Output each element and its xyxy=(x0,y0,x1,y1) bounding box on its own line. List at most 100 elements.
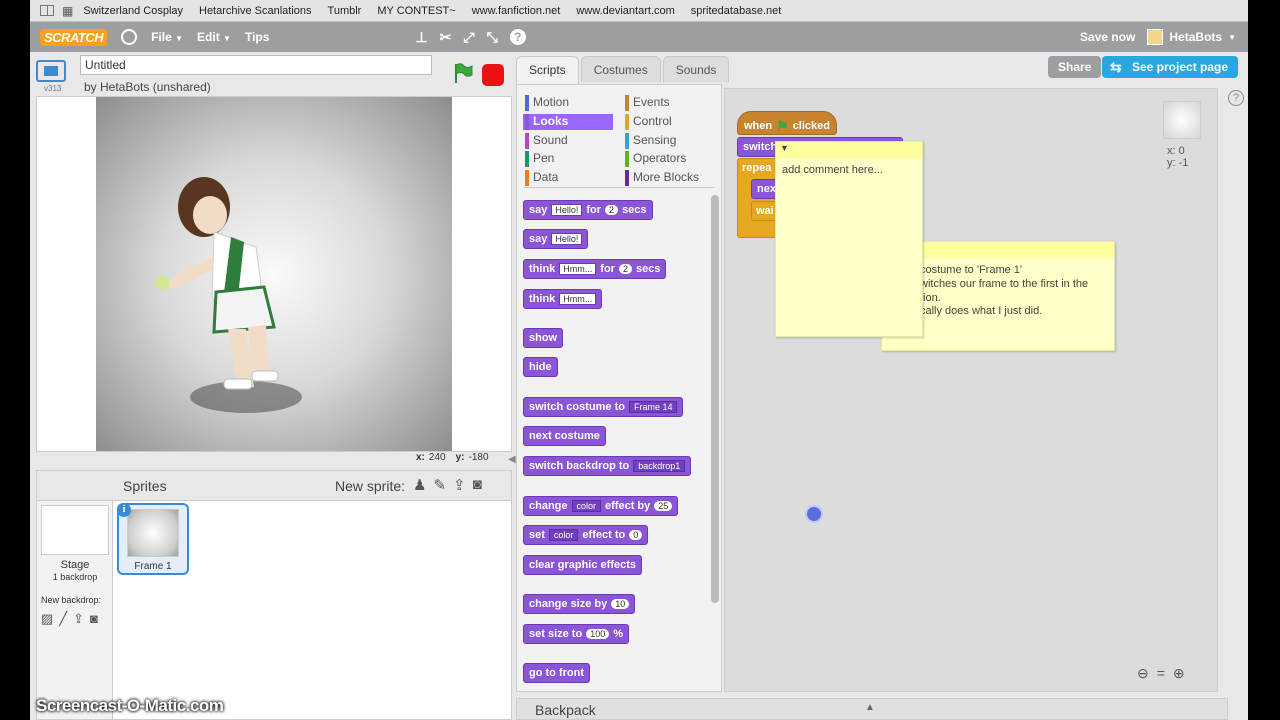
category-sensing[interactable]: Sensing xyxy=(623,133,713,149)
bookmark-link[interactable]: MY CONTEST~ xyxy=(377,5,455,17)
block-change-effect[interactable]: change color effect by 25 xyxy=(523,496,679,516)
category-data[interactable]: Data xyxy=(523,170,613,186)
see-project-page-button[interactable]: ⇆ See project page xyxy=(1102,56,1239,78)
category-operators[interactable]: Operators xyxy=(623,151,713,167)
info-icon[interactable]: i xyxy=(117,503,131,517)
menu-file[interactable]: File ▼ xyxy=(151,30,183,44)
block-palette: Motion Looks Sound Pen Data Events Contr… xyxy=(516,84,722,692)
stage-thumbnail[interactable] xyxy=(41,505,109,555)
upload-backdrop-icon[interactable]: ⇪ xyxy=(73,611,84,627)
top-sites-grid-icon[interactable]: ▦ xyxy=(62,4,73,18)
save-now-button[interactable]: Save now xyxy=(1080,30,1135,44)
block-show[interactable]: show xyxy=(523,328,564,348)
chevron-down-icon[interactable]: ▼ xyxy=(776,143,789,153)
sprite-tile-frame-1[interactable]: Frame 1 i xyxy=(117,503,189,575)
category-pen[interactable]: Pen xyxy=(523,151,613,167)
bookmark-link[interactable]: Switzerland Cosplay xyxy=(83,5,183,17)
sprite-coordinates: x: 0 y: -1 xyxy=(1167,145,1189,169)
block-change-size[interactable]: change size by 10 xyxy=(523,594,636,614)
bookmark-link[interactable]: Hetarchive Scanlations xyxy=(199,5,312,17)
user-menu[interactable]: HetaBots ▼ xyxy=(1147,29,1236,45)
block-set-size[interactable]: set size to 100% xyxy=(523,624,629,644)
camera-icon[interactable]: ◙ xyxy=(473,476,482,494)
zoom-in-icon[interactable]: ⊕ xyxy=(1173,665,1185,682)
stage-label: Stage xyxy=(60,559,90,571)
stage-backdrop xyxy=(96,97,452,452)
chevron-down-icon: ▼ xyxy=(1228,32,1236,42)
upload-sprite-icon[interactable]: ⇪ xyxy=(453,476,466,494)
backdrop-library-icon[interactable]: ▨ xyxy=(41,611,53,627)
tab-costumes[interactable]: Costumes xyxy=(580,56,661,82)
sprites-title: Sprites xyxy=(123,478,167,494)
menu-edit[interactable]: Edit ▼ xyxy=(197,30,231,44)
shrink-icon[interactable]: ⤡ xyxy=(487,29,498,46)
camera-icon[interactable]: ◙ xyxy=(90,611,98,627)
presentation-mode-button[interactable] xyxy=(36,60,66,82)
bookmarks-book-icon[interactable] xyxy=(40,5,54,16)
screencast-watermark: Screencast-O-Matic.com xyxy=(36,696,224,715)
script-area[interactable]: when ⚑ clicked switch repea nex wai cost… xyxy=(724,88,1218,692)
share-button[interactable]: Share xyxy=(1048,56,1102,78)
block-go-to-front[interactable]: go to front xyxy=(523,663,590,683)
category-motion[interactable]: Motion xyxy=(523,95,613,111)
current-sprite-thumbnail xyxy=(1163,101,1201,139)
project-title-input[interactable] xyxy=(80,55,432,75)
backpack-bar[interactable]: Backpack ▲ xyxy=(516,698,1228,720)
category-sound[interactable]: Sound xyxy=(523,133,613,149)
block-think-for-secs[interactable]: think Hmm... for 2 secs xyxy=(523,259,667,279)
block-clear-graphic-effects[interactable]: clear graphic effects xyxy=(523,555,642,575)
tab-sounds[interactable]: Sounds xyxy=(662,56,730,82)
zoom-out-icon[interactable]: ⊖ xyxy=(1137,665,1149,682)
category-looks[interactable]: Looks xyxy=(523,114,613,130)
green-flag-icon[interactable] xyxy=(452,62,474,84)
block-think[interactable]: think Hmm... xyxy=(523,289,603,309)
block-set-effect[interactable]: set color effect to 0 xyxy=(523,525,649,545)
bookmark-link[interactable]: www.fanfiction.net xyxy=(472,5,561,17)
stage-selector[interactable]: Stage 1 backdrop New backdrop: ▨ ╱ ⇪ ◙ xyxy=(37,501,113,719)
collapse-stage-arrow-icon[interactable]: ◀ xyxy=(508,454,516,465)
expand-up-arrow-icon[interactable]: ▲ xyxy=(865,702,875,713)
block-say-for-secs[interactable]: say Hello! for 2 secs xyxy=(523,200,653,220)
block-switch-costume[interactable]: switch costume to Frame 14 xyxy=(523,397,684,417)
new-backdrop-tools: ▨ ╱ ⇪ ◙ xyxy=(41,611,98,627)
sprite-character-image[interactable] xyxy=(96,97,452,452)
paint-new-sprite-icon[interactable]: ✎ xyxy=(433,476,446,494)
help-icon[interactable]: ? xyxy=(1228,90,1244,106)
scratch-menu-bar: SCRATCH File ▼ Edit ▼ Tips ⊥ ✂ ⤢ ⤡ ? Sav… xyxy=(30,22,1248,52)
palette-scrollbar[interactable] xyxy=(711,195,719,603)
category-control[interactable]: Control xyxy=(623,114,713,130)
backdrop-count: 1 backdrop xyxy=(52,572,98,582)
bookmark-link[interactable]: Tumblr xyxy=(328,5,362,17)
zoom-reset-icon[interactable]: = xyxy=(1157,665,1165,682)
mouse-x-value: 240 xyxy=(428,452,446,463)
block-hide[interactable]: hide xyxy=(523,357,558,377)
choose-sprite-from-library-icon[interactable]: ♟ xyxy=(413,476,426,494)
comment-text[interactable]: add comment here... xyxy=(776,158,922,184)
stop-sign-icon[interactable] xyxy=(482,64,504,86)
new-comment[interactable]: ▼ add comment here... xyxy=(775,141,923,337)
block-say[interactable]: say Hello! xyxy=(523,229,589,249)
block-help-icon[interactable]: ? xyxy=(509,28,526,45)
refresh-arrows-icon: ⇆ xyxy=(1110,59,1122,75)
version-label: v313 xyxy=(44,84,62,93)
stage-canvas[interactable] xyxy=(36,96,512,452)
paint-backdrop-icon[interactable]: ╱ xyxy=(59,611,67,627)
scratch-logo[interactable]: SCRATCH xyxy=(40,28,108,46)
category-more-blocks[interactable]: More Blocks xyxy=(623,170,713,186)
grow-icon[interactable]: ⤢ xyxy=(463,29,474,46)
chevron-down-icon: ▼ xyxy=(223,34,231,43)
when-flag-clicked-block[interactable]: when ⚑ clicked xyxy=(737,111,837,135)
bookmark-link[interactable]: spritedatabase.net xyxy=(691,5,782,17)
zoom-controls: ⊖ = ⊕ xyxy=(1137,665,1185,682)
language-globe-icon[interactable] xyxy=(121,29,138,45)
delete-scissors-icon[interactable]: ✂ xyxy=(440,29,452,46)
tab-scripts[interactable]: Scripts xyxy=(516,56,579,84)
category-divider xyxy=(523,187,715,188)
menu-tips[interactable]: Tips xyxy=(245,30,269,44)
cursor-tools: ⊥ ✂ ⤢ ⤡ ? xyxy=(415,28,526,46)
block-next-costume[interactable]: next costume xyxy=(523,426,606,446)
bookmark-link[interactable]: www.deviantart.com xyxy=(576,5,674,17)
block-switch-backdrop[interactable]: switch backdrop to backdrop1 xyxy=(523,456,692,476)
duplicate-stamp-icon[interactable]: ⊥ xyxy=(415,29,427,46)
category-events[interactable]: Events xyxy=(623,95,713,111)
